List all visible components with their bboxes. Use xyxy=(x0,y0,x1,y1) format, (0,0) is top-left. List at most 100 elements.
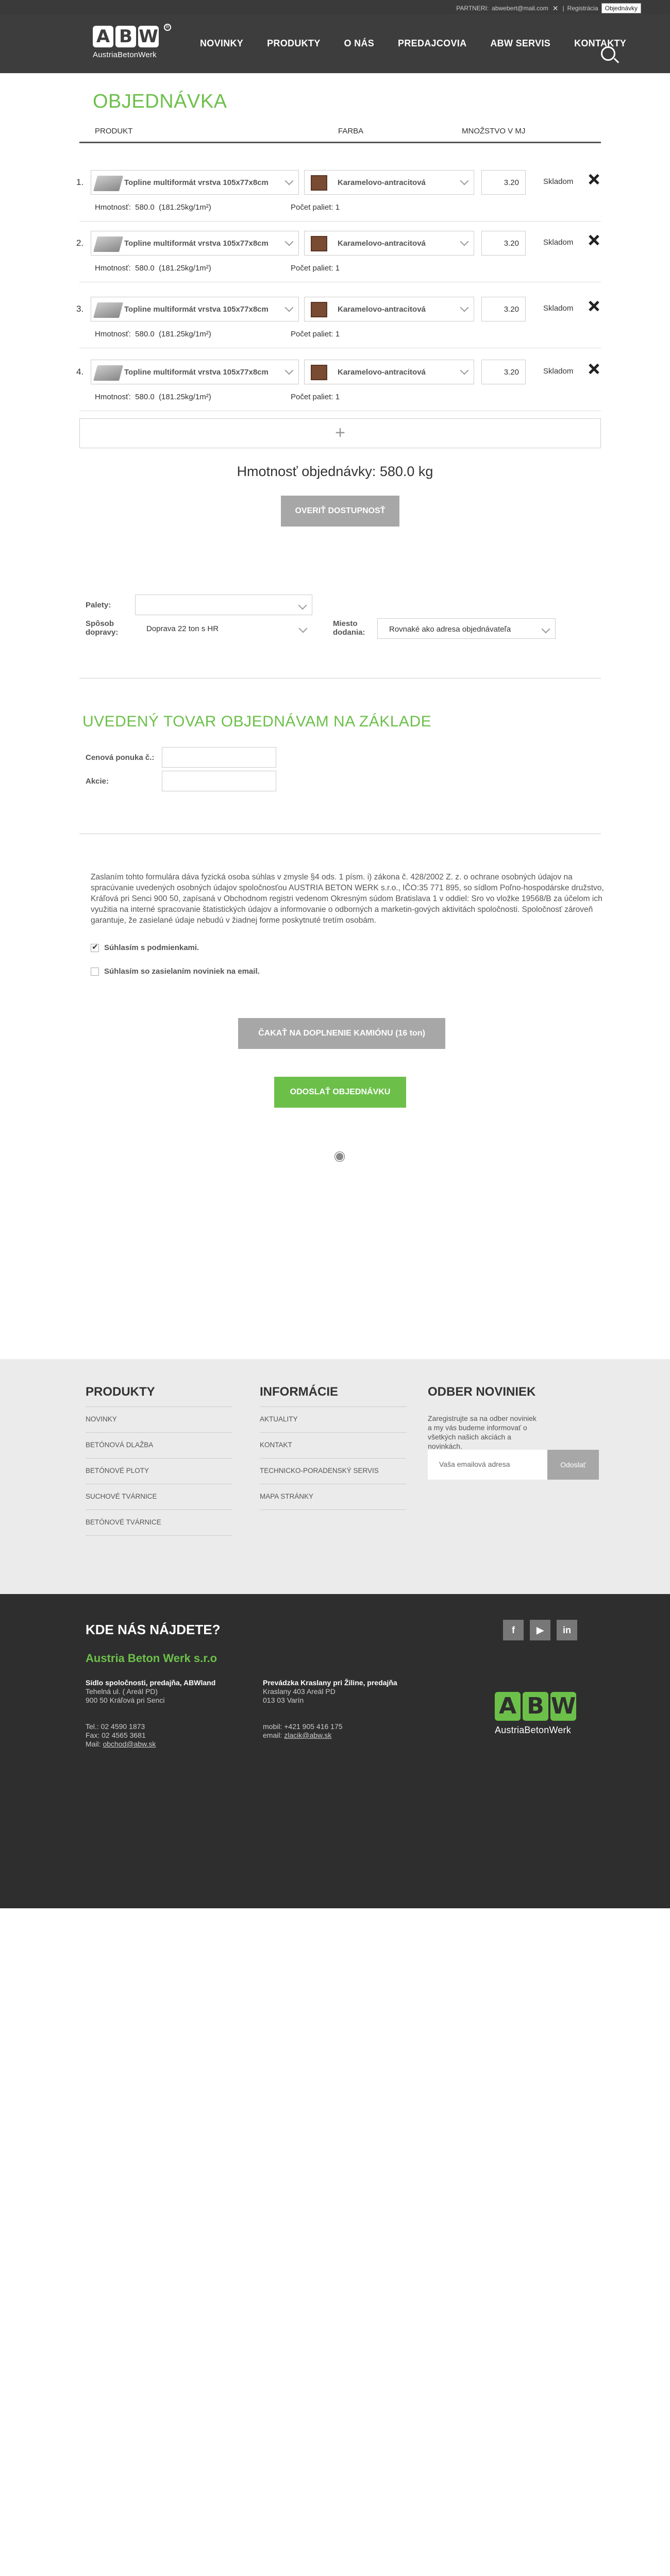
footer-link[interactable]: MAPA STRÁNKY xyxy=(260,1484,407,1510)
send-order-button[interactable]: ODOSLAŤ OBJEDNÁVKU xyxy=(274,1077,406,1108)
product-select[interactable]: Topline multiformát vrstva 105x77x8cm xyxy=(91,231,299,256)
promo-label: Akcie: xyxy=(86,777,109,786)
newsletter-email-input[interactable]: Vaša emailová adresa xyxy=(428,1450,547,1480)
color-name: Karamelovo-antracitová xyxy=(338,239,426,248)
logo-letter-w: W xyxy=(138,26,159,47)
chevron-down-icon xyxy=(298,624,308,633)
logo[interactable]: A B W R AustriaBetonWerk xyxy=(93,24,171,63)
separator: | xyxy=(562,5,564,12)
logo-letter-a: A xyxy=(93,26,113,47)
transport-value: Doprava 22 ton s HR xyxy=(146,624,219,633)
footer-link[interactable]: BETÓNOVÉ TVÁRNICE xyxy=(86,1510,232,1536)
terms-checkbox[interactable] xyxy=(91,942,99,952)
footer-products-title: PRODUKTY xyxy=(86,1385,155,1399)
color-name: Karamelovo-antracitová xyxy=(338,178,426,187)
verify-availability-button[interactable]: OVERIŤ DOSTUPNOSŤ xyxy=(281,496,399,527)
color-select[interactable]: Karamelovo-antracitová xyxy=(304,297,474,321)
col-quantity: MNOŽSTVO V MJ xyxy=(462,127,526,135)
row-number: 2. xyxy=(76,238,84,248)
product-name: Topline multiformát vrstva 105x77x8cm xyxy=(124,239,269,248)
price-offer-input[interactable] xyxy=(162,747,276,768)
promo-input[interactable] xyxy=(162,771,276,791)
divider xyxy=(79,678,601,679)
nav-abw-servis[interactable]: ABW SERVIS xyxy=(490,38,550,49)
youtube-icon[interactable]: ▶ xyxy=(530,1620,550,1640)
wait-for-truck-button[interactable]: ČAKAŤ NA DOPLNENIE KAMIÓNU (16 ton) xyxy=(238,1018,445,1049)
main-nav: NOVINKY PRODUKTY O NÁS PREDAJCOVIA ABW S… xyxy=(200,38,626,49)
nav-predajcovia[interactable]: PREDAJCOVIA xyxy=(398,38,466,49)
stock-status: Skladom xyxy=(543,177,574,186)
delete-icon[interactable] xyxy=(587,362,601,376)
newsletter-submit-button[interactable]: Odoslať xyxy=(547,1450,599,1480)
linkedin-icon[interactable]: in xyxy=(557,1620,577,1640)
basis-title: UVEDENÝ TOVAR OBJEDNÁVAM NA ZÁKLADE xyxy=(82,713,432,730)
footer-link[interactable]: AKTUALITY xyxy=(260,1407,407,1433)
delete-icon[interactable] xyxy=(587,233,601,247)
nav-o-nas[interactable]: O NÁS xyxy=(344,38,375,49)
color-select[interactable]: Karamelovo-antracitová xyxy=(304,231,474,256)
footer-info-title: INFORMÁCIE xyxy=(260,1385,338,1399)
delete-icon[interactable] xyxy=(587,299,601,313)
footer-link[interactable]: BETÓNOVÁ DLAŽBA xyxy=(86,1433,232,1459)
add-row-button[interactable]: + xyxy=(79,418,601,448)
newsletter-checkbox[interactable] xyxy=(91,968,99,976)
newsletter-title: ODBER NOVINIEK xyxy=(428,1385,536,1399)
transport-label: Spôsob dopravy: xyxy=(86,619,119,637)
footer-logo: A B W AustriaBetonWerk xyxy=(495,1692,588,1743)
color-select[interactable]: Karamelovo-antracitová xyxy=(304,360,474,384)
logout-icon[interactable]: ✕ xyxy=(552,4,559,13)
row-pallets: Počet paliet: 1 xyxy=(291,393,340,401)
footer-info-list: AKTUALITY KONTAKT TECHNICKO-PORADENSKÝ S… xyxy=(260,1406,407,1510)
logo-subtitle: AustriaBetonWerk xyxy=(93,50,157,59)
chevron-down-icon xyxy=(284,303,294,312)
delivery-select[interactable]: Rovnaké ako adresa objednávateľa xyxy=(377,618,556,639)
hq-email-link[interactable]: obchod@abw.sk xyxy=(103,1740,156,1748)
branch-email-link[interactable]: zlacik@abw.sk xyxy=(284,1731,331,1739)
footer-link[interactable]: BETÓNOVÉ PLOTY xyxy=(86,1459,232,1484)
footer-link[interactable]: KONTAKT xyxy=(260,1433,407,1459)
footer-products-list: NOVINKY BETÓNOVÁ DLAŽBA BETÓNOVÉ PLOTY S… xyxy=(86,1406,232,1536)
quantity-input[interactable]: 3.20 xyxy=(481,360,526,384)
footer-links: PRODUKTY NOVINKY BETÓNOVÁ DLAŽBA BETÓNOV… xyxy=(0,1359,670,1594)
chevron-down-icon xyxy=(460,366,469,375)
branch-address: Prevádzka Kraslany pri Žiline, predajňa … xyxy=(263,1679,397,1739)
nav-produkty[interactable]: PRODUKTY xyxy=(267,38,320,49)
delete-icon[interactable] xyxy=(587,172,601,187)
quantity-input[interactable]: 3.20 xyxy=(481,231,526,256)
registration-link[interactable]: Registrácia xyxy=(567,5,598,12)
nav-novinky[interactable]: NOVINKY xyxy=(200,38,243,49)
quantity-input[interactable]: 3.20 xyxy=(481,170,526,195)
search-icon[interactable] xyxy=(601,46,619,64)
orders-button[interactable]: Objednávky xyxy=(601,3,641,13)
chevron-down-icon xyxy=(460,176,469,185)
chevron-down-icon xyxy=(284,366,294,375)
delivery-label: Miesto dodania: xyxy=(333,619,365,637)
transport-select[interactable]: Doprava 22 ton s HR xyxy=(135,618,312,639)
product-select[interactable]: Topline multiformát vrstva 105x77x8cm xyxy=(91,170,299,195)
quantity-input[interactable]: 3.20 xyxy=(481,297,526,321)
order-row: 3. Topline multiformát vrstva 105x77x8cm… xyxy=(76,295,601,348)
color-swatch xyxy=(311,175,327,191)
color-select[interactable]: Karamelovo-antracitová xyxy=(304,170,474,195)
order-row: 1. Topline multiformát vrstva 105x77x8cm… xyxy=(76,168,601,222)
user-email[interactable]: abwebert@mail.com xyxy=(492,5,548,12)
row-weight: Hmotnosť: 580.0 (181.25kg/1m²) xyxy=(95,330,211,338)
newsletter-description: Zaregistrujte sa na odber noviniek a my … xyxy=(428,1414,537,1450)
row-number: 4. xyxy=(76,367,84,377)
chevron-down-icon xyxy=(460,303,469,312)
footer-link[interactable]: NOVINKY xyxy=(86,1407,232,1433)
product-select[interactable]: Topline multiformát vrstva 105x77x8cm xyxy=(91,297,299,321)
footer-link[interactable]: SUCHOVÉ TVÁRNICE xyxy=(86,1484,232,1510)
facebook-icon[interactable]: f xyxy=(503,1620,524,1640)
top-bar: PARTNERI: abwebert@mail.com ✕ | Registrá… xyxy=(0,0,670,14)
page-title: OBJEDNÁVKA xyxy=(93,91,227,112)
pallets-select[interactable] xyxy=(135,595,312,615)
logo-subtitle: AustriaBetonWerk xyxy=(495,1725,571,1735)
paving-stone-icon xyxy=(93,236,124,252)
chevron-down-icon xyxy=(541,624,550,634)
row-pallets: Počet paliet: 1 xyxy=(291,203,340,212)
row-number: 3. xyxy=(76,304,84,314)
footer-link[interactable]: TECHNICKO-PORADENSKÝ SERVIS xyxy=(260,1459,407,1484)
product-select[interactable]: Topline multiformát vrstva 105x77x8cm xyxy=(91,360,299,384)
color-name: Karamelovo-antracitová xyxy=(338,305,426,314)
